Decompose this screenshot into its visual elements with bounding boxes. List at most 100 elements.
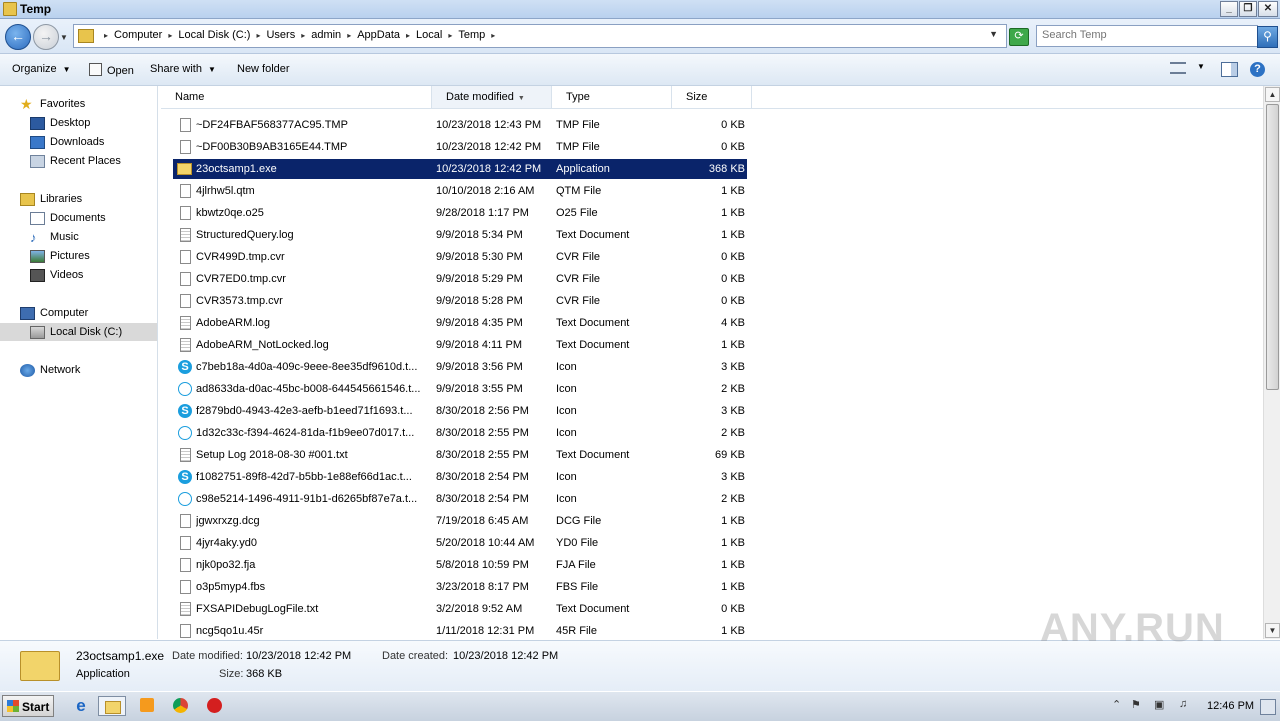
chevron-right-icon[interactable]: ▸: [256, 31, 260, 40]
file-row[interactable]: kbwtz0qe.o25 9/28/2018 1:17 PM O25 File 1 K…: [173, 203, 747, 223]
file-row[interactable]: ncg5qo1u.45r 1/11/2018 12:31 PM 45R File 1 …: [173, 621, 747, 639]
file-row[interactable]: StructuredQuery.log 9/9/2018 5:34 PM Text …: [173, 225, 747, 245]
file-icon: [180, 118, 191, 132]
file-row[interactable]: CVR7ED0.tmp.cvr 9/9/2018 5:29 PM CVR File 0…: [173, 269, 747, 289]
minimize-button[interactable]: _: [1220, 1, 1238, 17]
internet-explorer-icon[interactable]: e: [70, 696, 92, 716]
share-with-button[interactable]: Share with ▼: [150, 63, 216, 75]
file-row[interactable]: AdobeARM.log 9/9/2018 4:35 PM Text Documen…: [173, 313, 747, 333]
restore-button[interactable]: ❐: [1239, 1, 1257, 17]
breadcrumb-item[interactable]: Temp: [458, 29, 485, 41]
media-player-icon[interactable]: [137, 696, 159, 716]
chevron-right-icon[interactable]: ▸: [491, 31, 495, 40]
start-button[interactable]: Start: [2, 695, 54, 717]
nav-music[interactable]: ♪ Music: [30, 228, 79, 246]
nav-favorites[interactable]: ★ Favorites: [20, 95, 85, 113]
nav-libraries[interactable]: Libraries: [20, 190, 82, 208]
file-row[interactable]: 4jlrhw5l.qtm 10/10/2018 2:16 AM QTM File 1 …: [173, 181, 747, 201]
column-header-type[interactable]: Type: [552, 86, 672, 108]
file-row[interactable]: Sf1082751-89f8-42d7-b5bb-1e88ef66d1ac.t.…: [173, 467, 747, 487]
chevron-right-icon[interactable]: ▸: [448, 31, 452, 40]
chevron-right-icon[interactable]: ▸: [347, 31, 351, 40]
nav-desktop[interactable]: Desktop: [30, 114, 90, 132]
file-row[interactable]: 23octsamp1.exe 10/23/2018 12:42 PM Applica…: [173, 159, 747, 179]
vertical-scrollbar[interactable]: ▲ ▼: [1263, 86, 1280, 639]
search-button[interactable]: ⚲: [1257, 26, 1278, 48]
new-folder-button[interactable]: New folder: [237, 63, 290, 75]
file-row[interactable]: c98e5214-1496-4911-91b1-d6265bf87e7a.t..…: [173, 489, 747, 509]
nav-computer[interactable]: Computer: [20, 304, 88, 322]
view-options-dropdown[interactable]: ▼: [1197, 62, 1205, 71]
breadcrumb[interactable]: ▸ Computer ▸ Local Disk (C:) ▸ Users ▸ admin ▸ Ap…: [73, 24, 1007, 48]
action-center-flag-icon[interactable]: ⚑: [1131, 698, 1141, 711]
file-name: ~DF00B30B9AB3165E44.TMP: [196, 141, 348, 153]
search-icon: ⚲: [1263, 29, 1272, 43]
file-row[interactable]: 4jyr4aky.yd0 5/20/2018 10:44 AM YD0 File 1 …: [173, 533, 747, 553]
column-header-name[interactable]: Name: [161, 86, 432, 108]
file-row[interactable]: Setup Log 2018-08-30 #001.txt 8/30/2018 2…: [173, 445, 747, 465]
file-row[interactable]: CVR499D.tmp.cvr 9/9/2018 5:30 PM CVR File 0…: [173, 247, 747, 267]
refresh-button[interactable]: ⟳: [1009, 28, 1029, 46]
file-row[interactable]: Sc7beb18a-4d0a-409c-9eee-8ee35df9610d.t.…: [173, 357, 747, 377]
nav-videos[interactable]: Videos: [30, 266, 83, 284]
breadcrumb-item[interactable]: Computer: [114, 29, 162, 41]
file-size: 1 KB: [721, 515, 745, 527]
windows-logo-icon: [7, 700, 19, 712]
clock[interactable]: 12:46 PM: [1207, 700, 1254, 712]
breadcrumb-item[interactable]: admin: [311, 29, 341, 41]
stop-icon[interactable]: [204, 696, 226, 716]
preview-pane-button[interactable]: [1221, 62, 1238, 77]
file-row[interactable]: ad8633da-d0ac-45bc-b008-644545661546.t..…: [173, 379, 747, 399]
file-row[interactable]: njk0po32.fja 5/8/2018 10:59 PM FJA File 1 K…: [173, 555, 747, 575]
file-size: 0 KB: [721, 273, 745, 285]
change-view-button[interactable]: [1170, 62, 1186, 74]
column-header-size[interactable]: Size: [672, 86, 752, 108]
breadcrumb-item[interactable]: AppData: [357, 29, 400, 41]
forward-button[interactable]: →: [33, 24, 59, 50]
volume-icon[interactable]: ♫: [1179, 698, 1187, 710]
file-row[interactable]: 1d32c33c-f394-4624-81da-f1b9ee07d017.t..…: [173, 423, 747, 443]
nav-local-disk[interactable]: Local Disk (C:): [0, 323, 157, 341]
breadcrumb-item[interactable]: Local Disk (C:): [178, 29, 250, 41]
network-tray-icon[interactable]: ▣: [1154, 698, 1164, 711]
file-row[interactable]: Sf2879bd0-4943-42e3-aefb-b1eed71f1693.t.…: [173, 401, 747, 421]
scroll-thumb[interactable]: [1266, 104, 1279, 390]
breadcrumb-item[interactable]: Users: [266, 29, 295, 41]
search-input[interactable]: [1037, 26, 1242, 44]
chevron-right-icon[interactable]: ▸: [104, 31, 108, 40]
nav-network[interactable]: Network: [20, 361, 80, 379]
windows-explorer-icon[interactable]: [98, 696, 126, 716]
chevron-right-icon[interactable]: ▸: [406, 31, 410, 40]
file-row[interactable]: jgwxrxzg.dcg 7/19/2018 6:45 AM DCG File 1 K…: [173, 511, 747, 531]
chevron-right-icon[interactable]: ▸: [168, 31, 172, 40]
file-row[interactable]: AdobeARM_NotLocked.log 9/9/2018 4:11 PM Te…: [173, 335, 747, 355]
organize-button[interactable]: Organize ▼: [12, 63, 71, 75]
chrome-icon[interactable]: [170, 696, 192, 716]
file-icon: [180, 206, 191, 220]
column-header-label: Type: [566, 91, 590, 103]
open-button[interactable]: Open: [89, 63, 134, 77]
close-button[interactable]: ✕: [1258, 1, 1278, 17]
help-button[interactable]: ?: [1250, 62, 1265, 77]
nav-recent-places[interactable]: Recent Places: [30, 152, 121, 170]
file-row[interactable]: ~DF24FBAF568377AC95.TMP 10/23/2018 12:43 …: [173, 115, 747, 135]
file-row[interactable]: o3p5myp4.fbs 3/23/2018 8:17 PM FBS File 1 K…: [173, 577, 747, 597]
show-desktop-button[interactable]: [1260, 699, 1276, 715]
breadcrumb-item[interactable]: Local: [416, 29, 442, 41]
nav-documents[interactable]: Documents: [30, 209, 106, 227]
recent-pages-dropdown[interactable]: ▼: [60, 33, 68, 42]
text-doc-icon: [180, 338, 191, 352]
nav-pictures[interactable]: Pictures: [30, 247, 90, 265]
address-history-dropdown[interactable]: ▼: [989, 29, 998, 39]
show-hidden-icons-icon[interactable]: ⌃: [1112, 698, 1121, 711]
file-row[interactable]: CVR3573.tmp.cvr 9/9/2018 5:28 PM CVR File 0…: [173, 291, 747, 311]
file-row[interactable]: FXSAPIDebugLogFile.txt 3/2/2018 9:52 AM Te…: [173, 599, 747, 619]
nav-downloads[interactable]: Downloads: [30, 133, 104, 151]
chevron-right-icon[interactable]: ▸: [301, 31, 305, 40]
file-row[interactable]: ~DF00B30B9AB3165E44.TMP 10/23/2018 12:42 …: [173, 137, 747, 157]
scroll-down-button[interactable]: ▼: [1265, 623, 1280, 638]
file-size: 0 KB: [721, 251, 745, 263]
back-button[interactable]: ←: [5, 24, 31, 50]
scroll-up-button[interactable]: ▲: [1265, 87, 1280, 102]
column-header-date-modified[interactable]: Date modified ▼: [432, 86, 552, 108]
